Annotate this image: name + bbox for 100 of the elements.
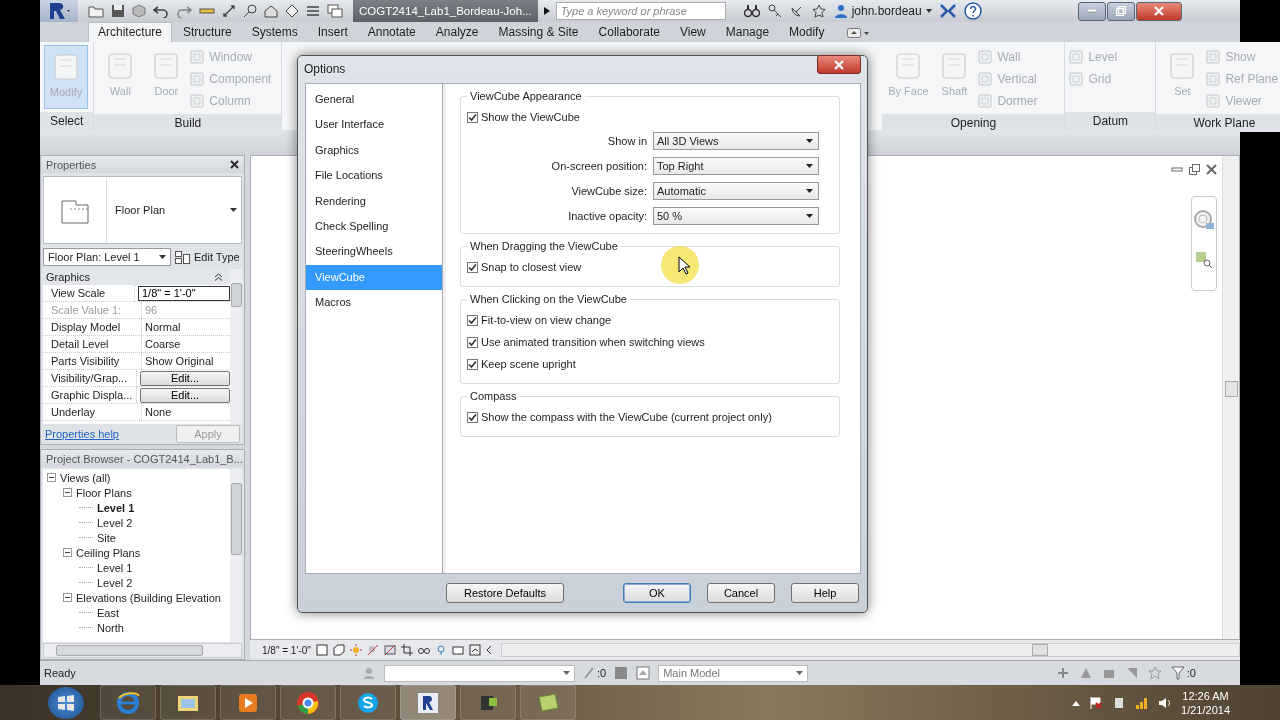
checkbox[interactable] <box>467 358 478 370</box>
cube-icon[interactable] <box>332 644 345 656</box>
category-item[interactable]: SteeringWheels <box>306 239 442 265</box>
dropdown[interactable]: Automatic <box>653 182 819 200</box>
help-icon[interactable] <box>963 2 982 20</box>
ribbon-tab[interactable]: Systems <box>242 23 307 42</box>
taskbar-skype-icon[interactable] <box>340 685 396 720</box>
network-icon[interactable] <box>1135 695 1150 710</box>
tree-item[interactable]: Level 1 <box>97 561 133 574</box>
collapse-icon[interactable] <box>63 593 72 602</box>
clock[interactable]: 12:26 AM 1/21/2014 <box>1181 688 1230 717</box>
ribbon-tab[interactable]: Modify <box>780 23 834 42</box>
taskbar-browser-icon[interactable] <box>100 685 156 720</box>
expand-arrow-icon[interactable] <box>543 7 550 15</box>
application-menu-button[interactable] <box>40 0 78 22</box>
checkbox[interactable] <box>467 411 478 423</box>
shadow-icon[interactable] <box>366 644 379 656</box>
tree-item[interactable]: North <box>97 621 124 634</box>
category-item[interactable]: General <box>306 87 442 113</box>
analytics-icon[interactable] <box>468 644 481 656</box>
link-icon[interactable] <box>1055 666 1070 680</box>
category-item[interactable]: Check Spelling <box>306 213 442 240</box>
crop-icon[interactable] <box>400 644 413 656</box>
ribbon-tab[interactable]: Manage <box>716 23 779 42</box>
dimension-icon[interactable] <box>222 4 236 18</box>
close-icon[interactable] <box>230 160 239 169</box>
help-link[interactable]: Properties help <box>45 428 119 440</box>
taskbar-media-icon[interactable] <box>220 685 276 720</box>
checkbox[interactable] <box>467 261 478 273</box>
ribbon-tab[interactable]: Collaborate <box>589 23 669 42</box>
taskbar-folder-icon[interactable] <box>160 685 216 720</box>
taskbar-camera-icon[interactable] <box>460 685 516 720</box>
minimize-icon[interactable] <box>1171 166 1183 173</box>
view-scale[interactable]: 1/8" = 1'-0" <box>262 644 311 656</box>
zoom-icon[interactable] <box>1195 251 1213 269</box>
minimize-button[interactable] <box>1078 1 1106 21</box>
restore-defaults-button[interactable]: Restore Defaults <box>446 583 564 603</box>
category-item[interactable]: Rendering <box>306 188 442 214</box>
taskbar-chrome-icon[interactable] <box>280 685 336 720</box>
tree-item[interactable]: Elevations (Building Elevation <box>76 591 221 604</box>
hide-icon[interactable] <box>451 644 464 656</box>
ribbon-tab[interactable]: Annotate <box>358 23 425 42</box>
tree-item[interactable]: Views (all) <box>60 471 111 484</box>
taskbar-notes-icon[interactable] <box>520 685 576 720</box>
lines-icon[interactable] <box>306 4 320 18</box>
dropdown[interactable]: All 3D Views <box>653 132 819 150</box>
dialog-button[interactable]: OK <box>623 583 691 603</box>
search-field[interactable]: Type a keyword or phrase <box>555 2 726 20</box>
tree-item[interactable]: Level 2 <box>97 516 133 529</box>
property-input[interactable]: 1/8" = 1'-0" <box>138 285 230 301</box>
scrollbar[interactable] <box>500 643 1240 657</box>
house-icon[interactable] <box>264 4 278 18</box>
dialog-button[interactable]: Cancel <box>707 583 775 603</box>
checkbox[interactable] <box>467 314 478 326</box>
edit-button[interactable]: Edit... <box>140 370 230 386</box>
render-icon[interactable] <box>383 644 396 656</box>
collapse-icon[interactable] <box>63 548 72 557</box>
star-icon[interactable] <box>811 4 826 18</box>
category-item[interactable]: File Locations <box>306 163 442 189</box>
ribbon-tab[interactable]: Analyze <box>426 23 488 42</box>
square-icon[interactable] <box>315 644 328 656</box>
tree-item[interactable]: Ceiling Plans <box>76 546 141 559</box>
type-selector[interactable]: Floor Plan <box>43 176 242 244</box>
tree-item[interactable]: Floor Plans <box>76 486 132 499</box>
flag-icon[interactable] <box>1089 695 1104 710</box>
ribbon-tab[interactable]: Architecture <box>88 22 173 42</box>
diamond-icon[interactable] <box>285 4 299 18</box>
user-menu[interactable]: john.bordeau <box>833 4 932 18</box>
tree-item[interactable]: East <box>97 606 119 619</box>
scrollbar[interactable] <box>230 469 242 642</box>
dialog-button[interactable]: Help <box>791 583 859 603</box>
windows-icon[interactable] <box>327 4 343 18</box>
category-item[interactable]: Graphics <box>306 137 442 164</box>
binoculars-icon[interactable] <box>743 4 760 18</box>
tree-item[interactable]: Level 1 <box>97 501 135 514</box>
edit-button[interactable]: Edit... <box>140 387 230 403</box>
dropdown[interactable]: 50 % <box>653 207 819 225</box>
category-item[interactable]: User Interface <box>306 112 442 138</box>
model-dropdown[interactable]: Main Model <box>658 664 809 682</box>
exchange-icon[interactable] <box>939 4 956 18</box>
ribbon-tab[interactable]: View <box>670 23 715 42</box>
ribbon-toggle-icon[interactable] <box>847 28 870 38</box>
taskbar-revit-icon[interactable] <box>400 685 456 720</box>
scrollbar[interactable] <box>43 643 242 658</box>
key-icon[interactable] <box>767 4 782 18</box>
start-button[interactable] <box>48 686 84 719</box>
group-header[interactable]: Graphics <box>43 269 230 285</box>
category-item[interactable]: Macros <box>306 290 442 316</box>
scrollbar[interactable] <box>1222 156 1239 639</box>
instance-dropdown[interactable]: Floor Plan: Level 1 <box>43 248 171 266</box>
edit-type-button[interactable]: Edit Type <box>175 250 240 264</box>
speaker-icon[interactable] <box>1158 695 1173 710</box>
dropdown[interactable]: Top Right <box>653 157 819 175</box>
close-button[interactable] <box>1136 1 1182 21</box>
folder-icon[interactable] <box>88 4 104 18</box>
tree-item[interactable]: Site <box>97 531 116 544</box>
scrollbar[interactable] <box>230 269 242 424</box>
filter-icon[interactable] <box>1170 666 1185 680</box>
close-icon[interactable] <box>1206 164 1217 175</box>
restore-icon[interactable] <box>1189 164 1200 175</box>
